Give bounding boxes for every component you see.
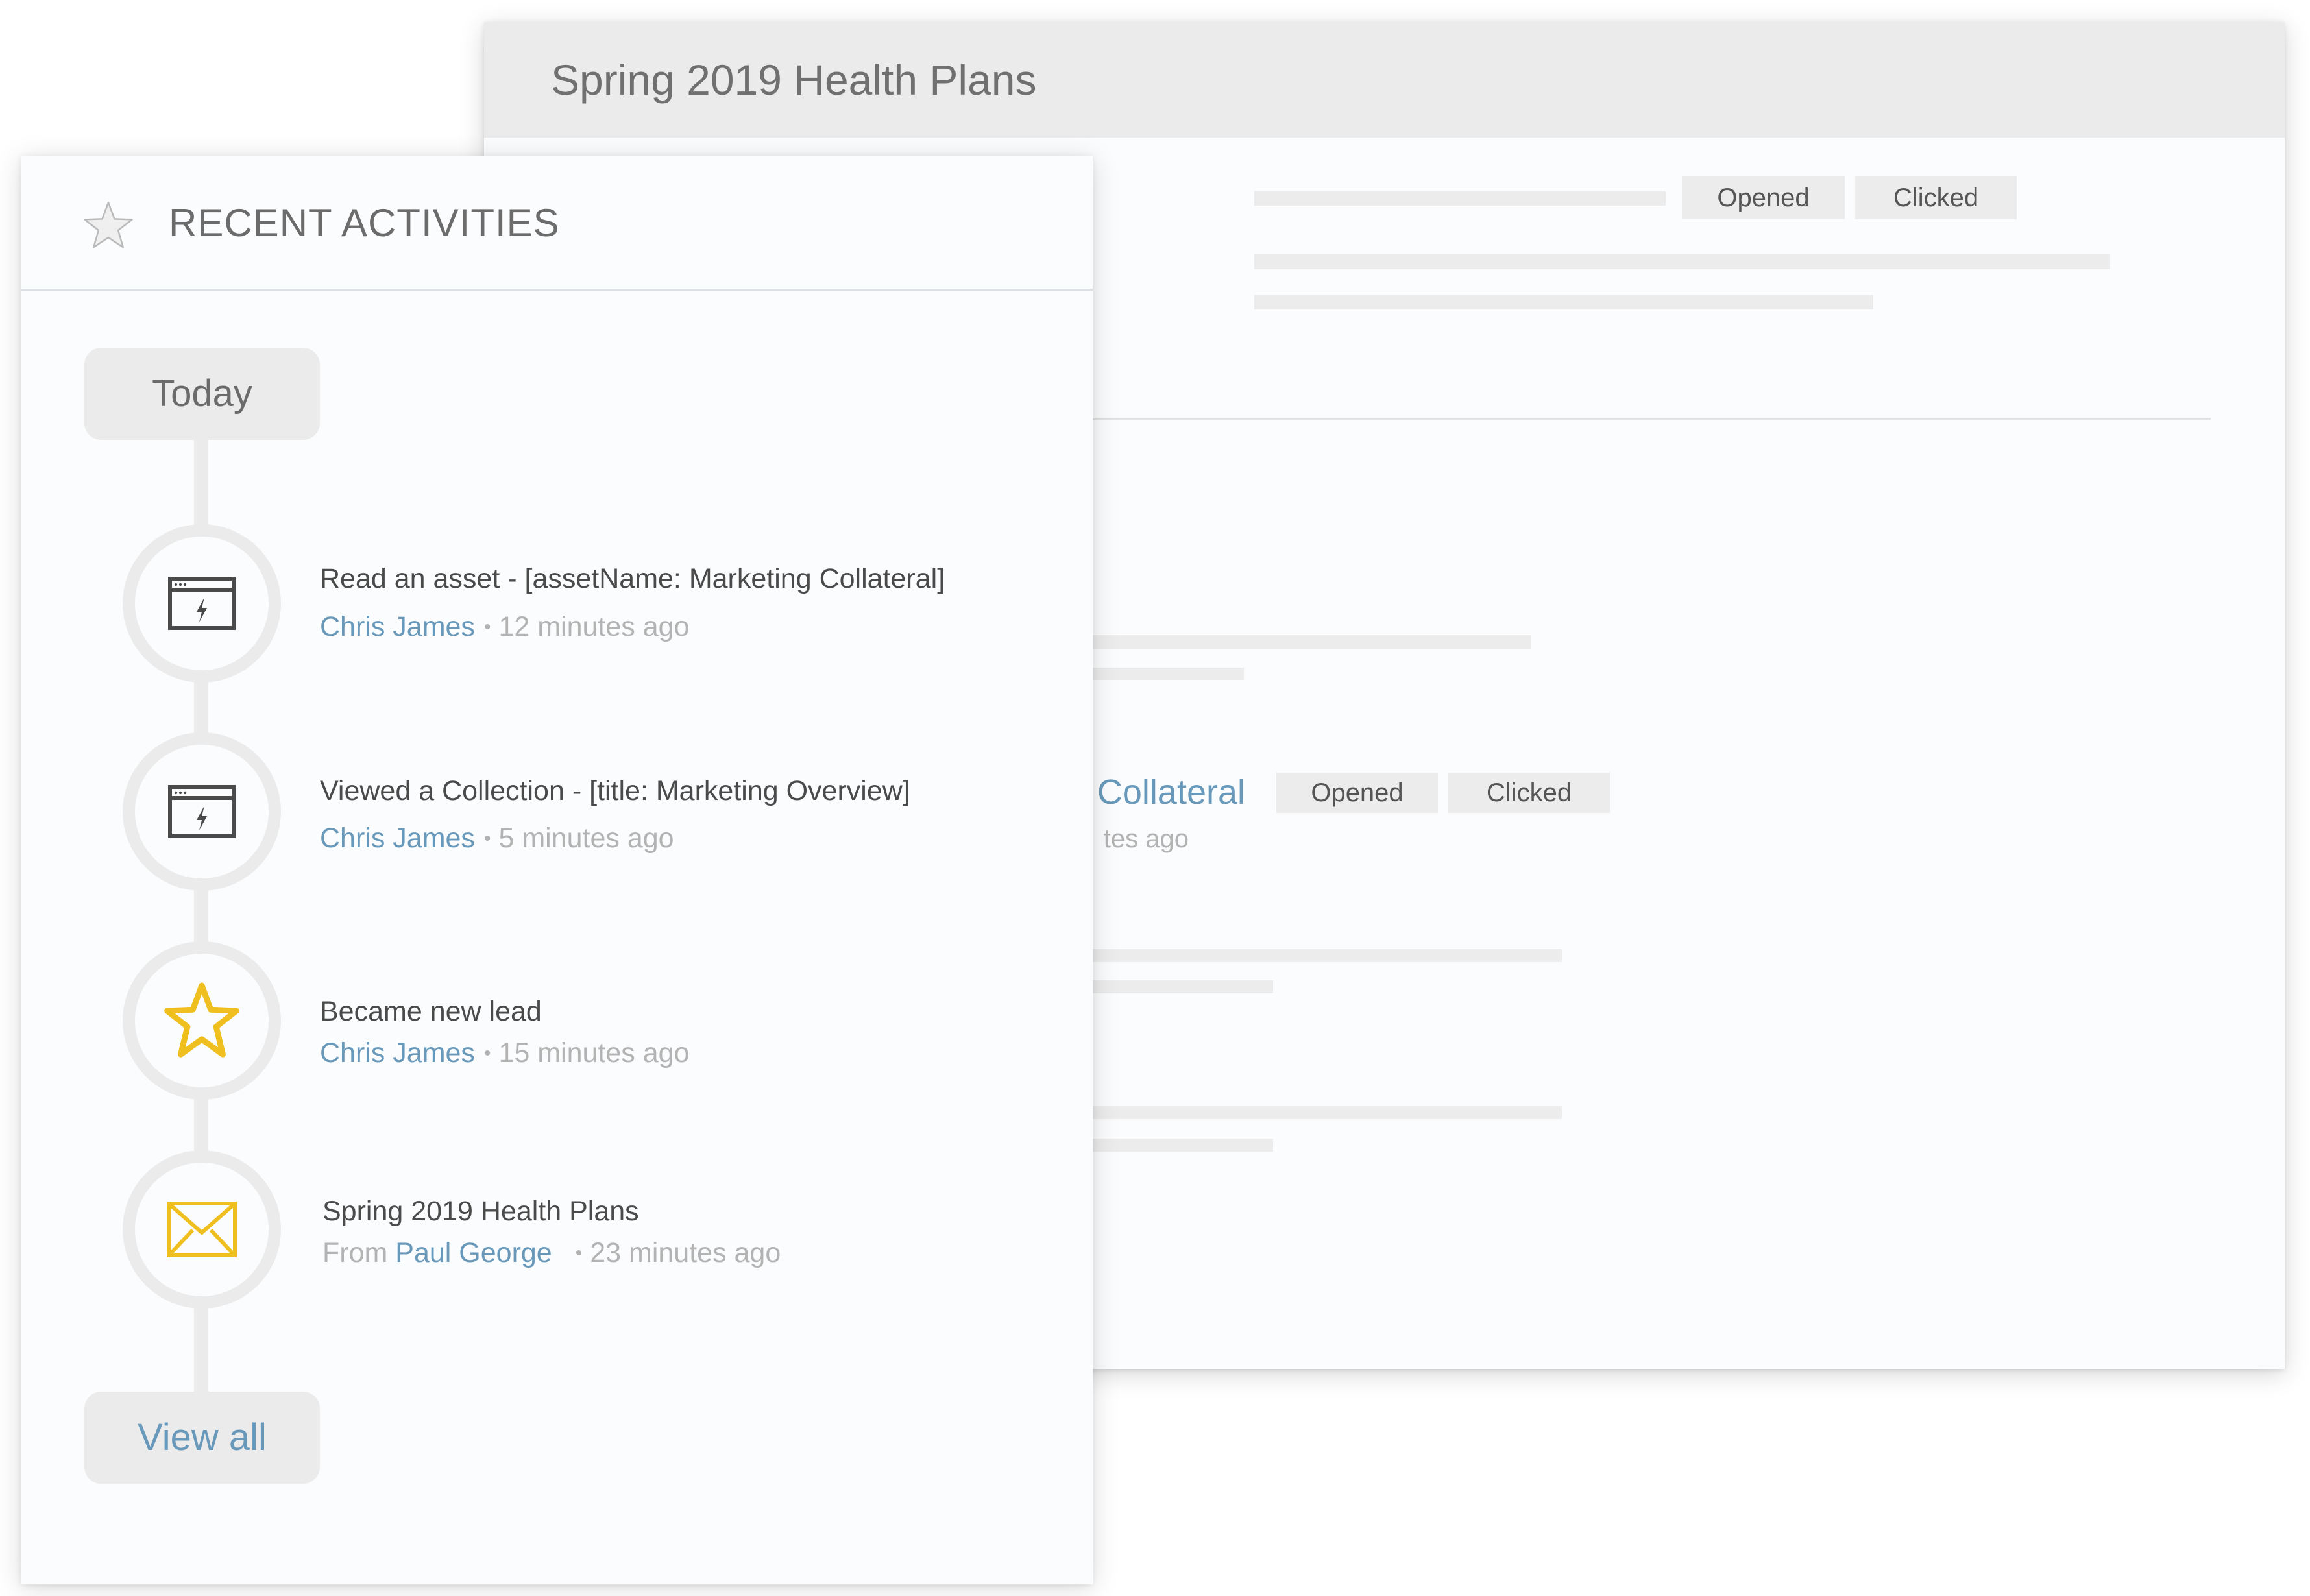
activity-time: 12 minutes ago [498, 611, 690, 642]
activity-time: 5 minutes ago [498, 823, 674, 854]
recent-activities-header: RECENT ACTIVITIES [21, 156, 1093, 291]
star-outline-icon [84, 201, 133, 248]
separator-dot: • [483, 828, 491, 849]
activity-title: Spring 2019 Health Plans [322, 1196, 639, 1227]
recent-activities-panel: RECENT ACTIVITIES Today Read an asset - … [21, 156, 1093, 1584]
email-detail-header: Spring 2019 Health Plans [484, 22, 2285, 138]
person-link[interactable]: Paul George [395, 1237, 552, 1268]
activity-node [123, 732, 281, 891]
activity-node [123, 941, 281, 1100]
from-label: From [322, 1237, 388, 1268]
browser-bolt-icon [168, 785, 236, 838]
email-detail-title: Spring 2019 Health Plans [551, 56, 1037, 104]
activity-title: Became new lead [320, 996, 542, 1027]
separator-dot: • [575, 1242, 583, 1264]
star-icon [164, 982, 239, 1058]
person-link[interactable]: Chris James [320, 1037, 475, 1069]
activity-time: tes ago [1103, 825, 1189, 853]
opened-tag: Opened [1682, 176, 1845, 219]
clicked-tag: Clicked [1448, 773, 1610, 813]
separator-dot: • [483, 1043, 491, 1064]
activity-meta: Chris James • 5 minutes ago [320, 823, 674, 854]
activity-node [123, 524, 281, 683]
activity-time: 15 minutes ago [498, 1037, 690, 1069]
panel-title: RECENT ACTIVITIES [169, 201, 560, 245]
opened-tag: Opened [1276, 773, 1438, 813]
envelope-icon [167, 1202, 237, 1257]
skeleton-line [1254, 295, 1873, 309]
activity-meta: From Paul George • 23 minutes ago [322, 1237, 781, 1269]
view-all-button[interactable]: View all [84, 1392, 320, 1484]
asset-link[interactable]: Collateral [1097, 769, 1245, 815]
activity-meta: Chris James • 15 minutes ago [320, 1037, 689, 1069]
skeleton-line [1254, 254, 2110, 269]
activity-title: Viewed a Collection - [title: Marketing … [320, 775, 910, 806]
activity-time: 23 minutes ago [590, 1237, 781, 1268]
activity-title: Read an asset - [assetName: Marketing Co… [320, 563, 945, 594]
person-link[interactable]: Chris James [320, 611, 475, 642]
activity-meta: Chris James • 12 minutes ago [320, 611, 689, 643]
date-group-label: Today [84, 348, 320, 440]
skeleton-line [1254, 191, 1666, 206]
activity-node [123, 1150, 281, 1309]
separator-dot: • [483, 616, 491, 638]
browser-bolt-icon [168, 577, 236, 630]
person-link[interactable]: Chris James [320, 823, 475, 854]
clicked-tag: Clicked [1855, 176, 2017, 219]
